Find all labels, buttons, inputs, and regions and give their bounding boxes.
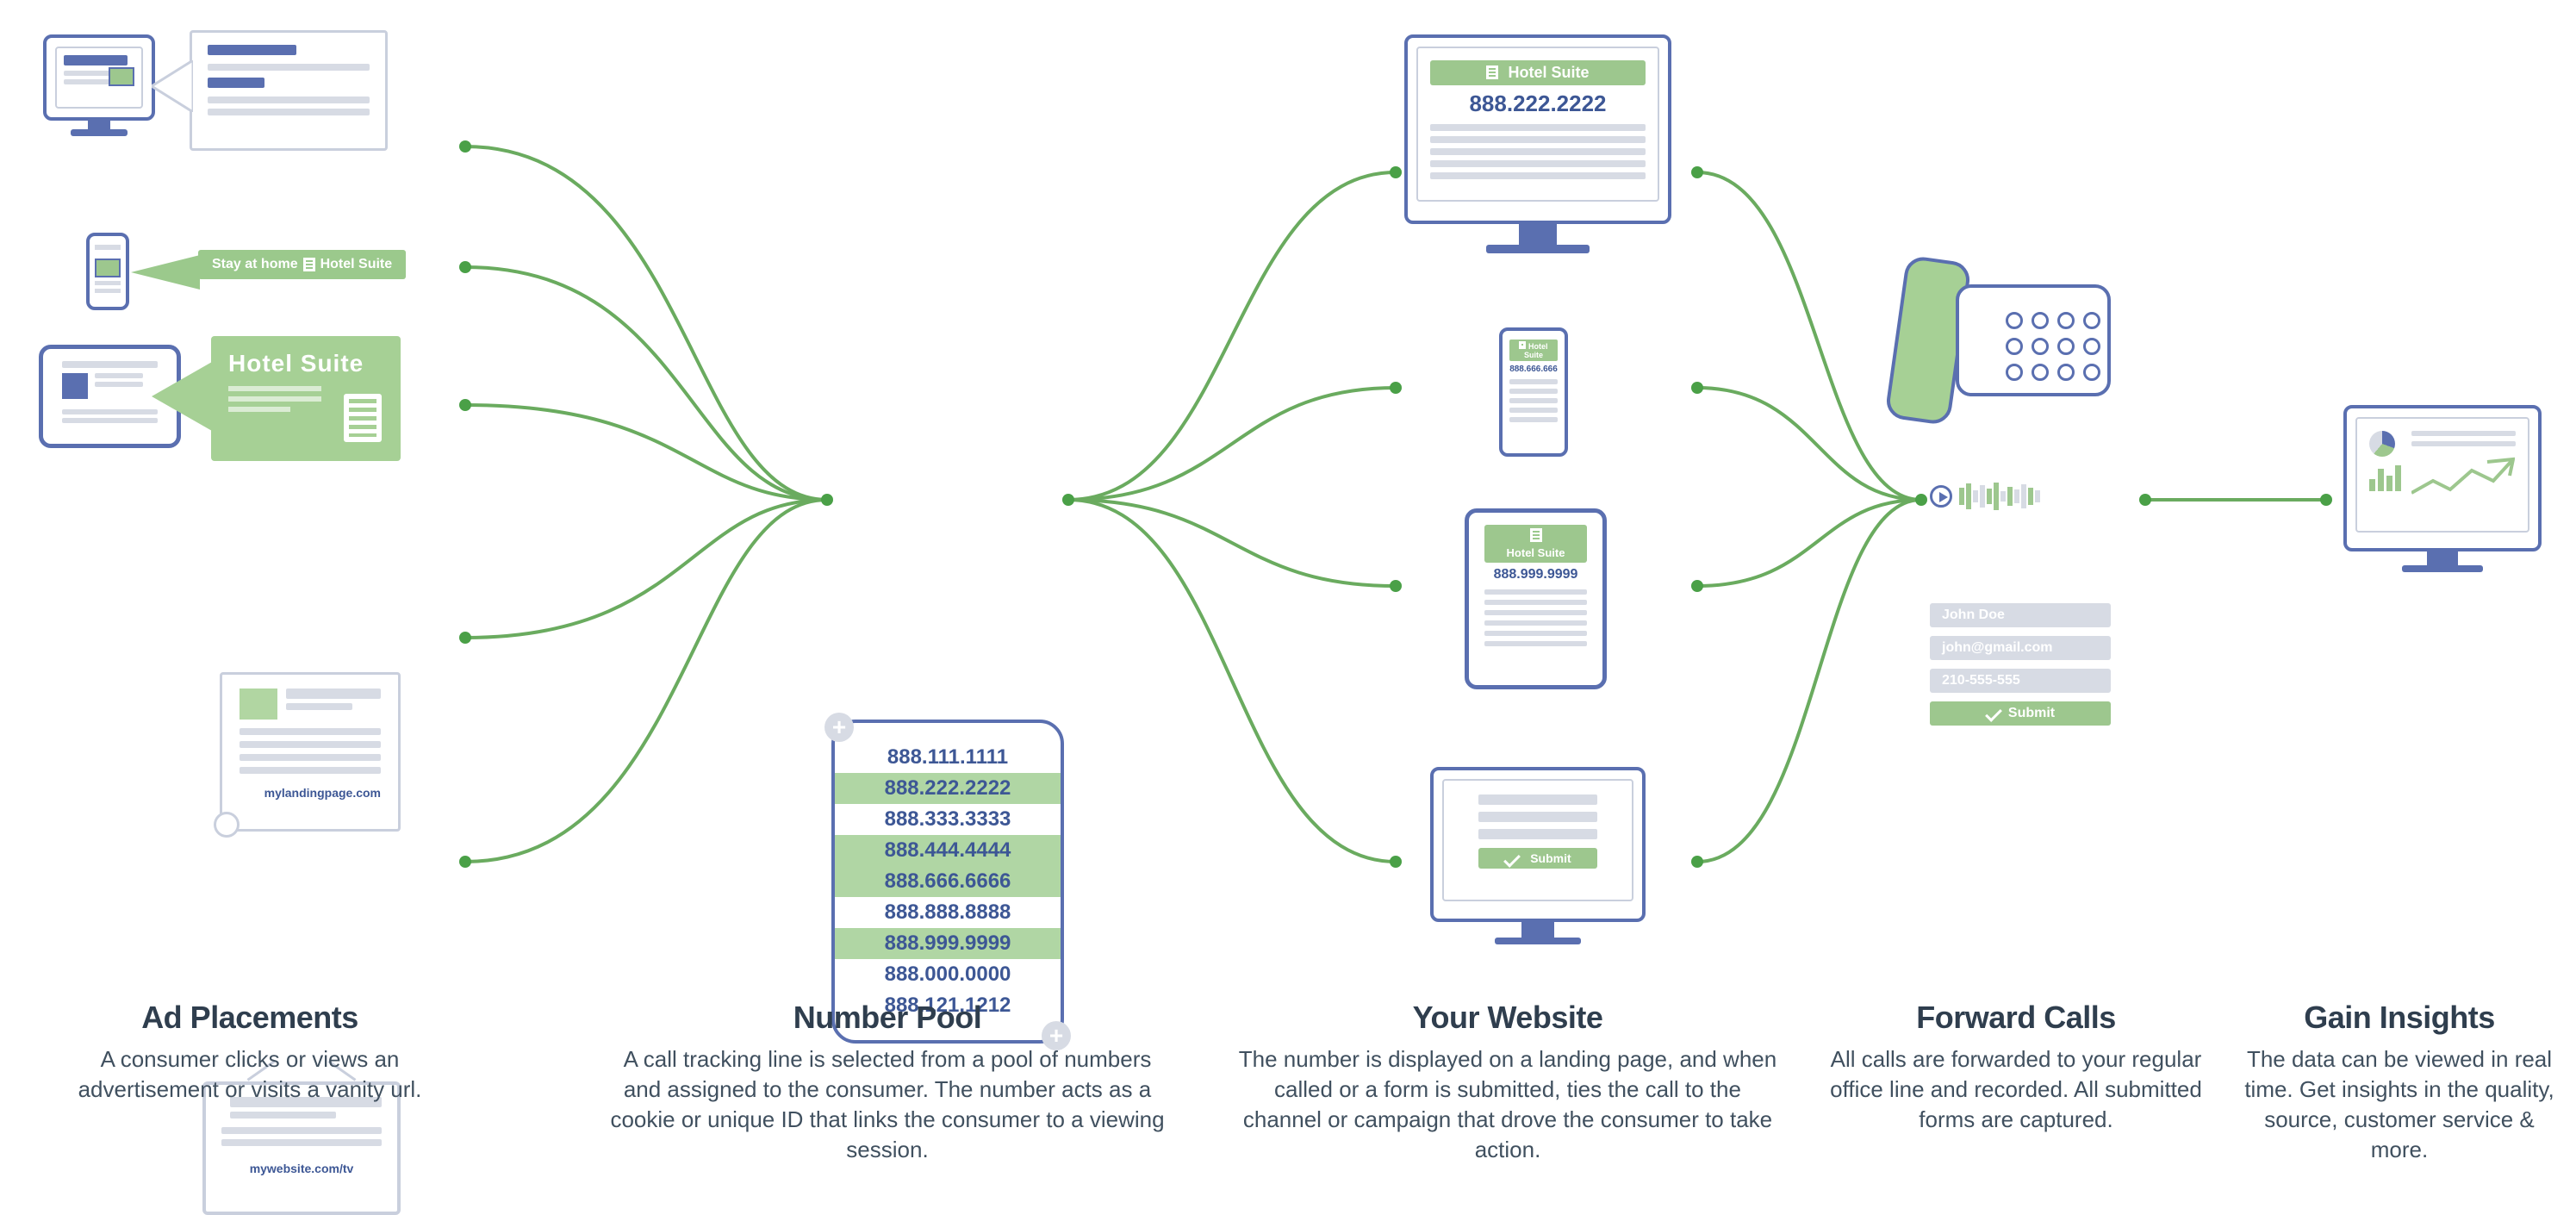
col3-body: The number is displayed on a landing pag… [1232, 1044, 1783, 1165]
pie-chart-icon [2369, 431, 2395, 457]
audio-waveform [1930, 483, 2040, 510]
insights-monitor [2343, 405, 2542, 551]
ad-tablet-callout: Hotel Suite [211, 336, 401, 461]
col2-body: A call tracking line is selected from a … [607, 1044, 1167, 1165]
desk-phone [1956, 284, 2111, 396]
pool-number-4: 888.666.6666 [835, 866, 1061, 897]
mobile-ad-text: Stay at home [212, 257, 298, 272]
form-submit: Submit [1930, 701, 2111, 726]
tv-url: mywebsite.com/tv [221, 1162, 382, 1175]
captured-form: John Doe john@gmail.com 210-555-555 Subm… [1930, 603, 2111, 726]
website-phone-number: 888.666.666 [1509, 364, 1558, 374]
website-tablet-number: 888.999.9999 [1484, 567, 1587, 583]
tablet-brand-title: Hotel Suite [228, 350, 383, 377]
form-phone: 210-555-555 [1930, 669, 2111, 693]
pool-number-6: 888.999.9999 [835, 928, 1061, 959]
pool-number-5: 888.888.8888 [835, 897, 1061, 928]
pool-number-3: 888.444.4444 [835, 835, 1061, 866]
number-pool: + 888.111.1111 888.222.2222 888.333.3333… [831, 720, 1064, 1044]
website-form-submit: Submit [1530, 851, 1571, 865]
check-icon [1503, 850, 1521, 868]
form-email: john@gmail.com [1930, 636, 2111, 660]
col4-body: All calls are forwarded to your regular … [1818, 1044, 2214, 1135]
ad-desktop [43, 34, 155, 121]
website-desktop-number: 888.222.2222 [1430, 90, 1646, 117]
col4-title: Forward Calls [1818, 1000, 2214, 1036]
ad-print: mylandingpage.com [220, 672, 401, 832]
building-icon [1486, 65, 1498, 79]
col1-title: Ad Placements [39, 1000, 461, 1036]
website-desktop: Hotel Suite 888.222.2222 [1404, 34, 1671, 224]
website-brand: Hotel Suite [1509, 64, 1590, 81]
building-icon [1519, 341, 1526, 349]
col5-body: The data can be viewed in real time. Get… [2240, 1044, 2559, 1165]
mobile-ad-brand: Hotel Suite [320, 257, 393, 272]
col5-title: Gain Insights [2240, 1000, 2559, 1036]
pool-number-7: 888.000.0000 [835, 959, 1061, 990]
form-name: John Doe [1930, 603, 2111, 627]
caption-number-pool: Number Pool A call tracking line is sele… [607, 1000, 1167, 1165]
website-tablet-brand: Hotel Suite [1484, 546, 1587, 559]
caption-your-website: Your Website The number is displayed on … [1232, 1000, 1783, 1165]
play-icon [1930, 485, 1952, 508]
trend-chart-icon [2411, 455, 2515, 503]
website-form: Submit [1430, 767, 1646, 922]
pool-number-0: 888.111.1111 [835, 742, 1061, 773]
ad-desktop-callout [190, 30, 388, 151]
caption-ad-placements: Ad Placements A consumer clicks or views… [39, 1000, 461, 1105]
check-icon [1985, 705, 2002, 722]
building-icon [344, 394, 382, 442]
caption-gain-insights: Gain Insights The data can be viewed in … [2240, 1000, 2559, 1165]
col1-body: A consumer clicks or views an advertisem… [39, 1044, 461, 1105]
pool-number-1: 888.222.2222 [835, 773, 1061, 804]
ad-mobile-callout: Stay at home Hotel Suite [198, 250, 406, 279]
plus-icon: + [824, 713, 854, 742]
pool-number-2: 888.333.3333 [835, 804, 1061, 835]
caption-forward-calls: Forward Calls All calls are forwarded to… [1818, 1000, 2214, 1135]
col3-title: Your Website [1232, 1000, 1783, 1036]
ad-mobile [86, 233, 129, 310]
website-phone: Hotel Suite 888.666.666 [1499, 327, 1568, 457]
building-icon [1530, 528, 1542, 542]
building-icon [303, 258, 315, 271]
website-tablet: Hotel Suite 888.999.9999 [1465, 508, 1607, 689]
website-phone-brand: Hotel Suite [1524, 342, 1548, 359]
col2-title: Number Pool [607, 1000, 1167, 1036]
lp-url: mylandingpage.com [240, 786, 381, 800]
keypad-icon [2006, 312, 2100, 381]
